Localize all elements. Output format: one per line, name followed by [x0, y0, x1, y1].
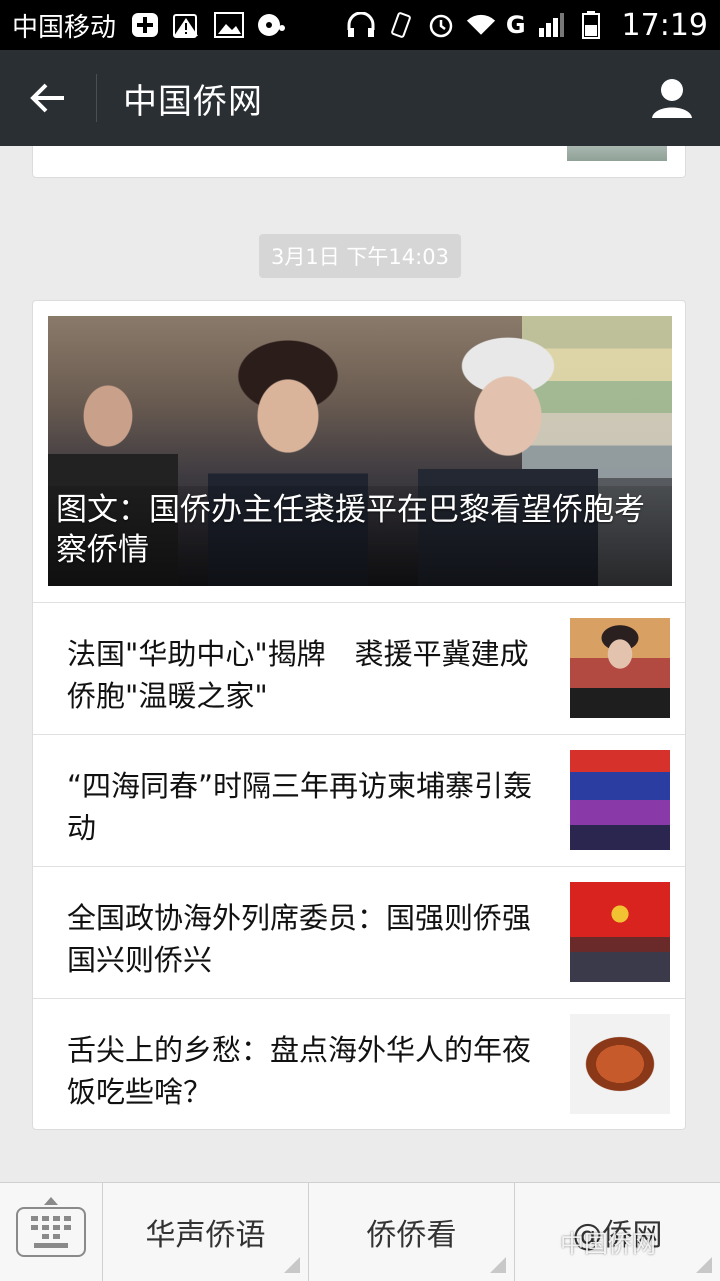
- system-icons: G 17:19: [346, 8, 708, 43]
- news-list-item[interactable]: “四海同春”时隔三年再访柬埔寨引轰动: [33, 734, 685, 866]
- alarm-icon: [426, 12, 456, 38]
- headphones-icon: [346, 12, 376, 38]
- news-item-title: 全国政协海外列席委员：国强则侨强 国兴则侨兴: [67, 901, 532, 977]
- person-icon: [652, 79, 692, 118]
- news-list-item[interactable]: 法国"华助中心"揭牌 裘援平冀建成侨胞"温暖之家": [33, 602, 685, 734]
- news-item-thumbnail: [570, 750, 670, 850]
- news-item-thumbnail: [570, 1014, 670, 1114]
- network-type: G: [505, 11, 526, 39]
- battery-icon: [576, 11, 606, 39]
- menu-item-label: 华声侨语: [145, 1218, 266, 1253]
- menu-item-qiaoqiaokan[interactable]: 侨侨看: [309, 1183, 515, 1281]
- disc-icon: [256, 12, 286, 38]
- signal-icon: [536, 12, 566, 38]
- keyboard-icon: [16, 1197, 86, 1257]
- vibrate-icon: [386, 12, 416, 38]
- news-item-title: 舌尖上的乡愁：盘点海外华人的年夜饭吃些啥？: [67, 1033, 532, 1109]
- keyboard-toggle-button[interactable]: [0, 1183, 103, 1281]
- headline-title: 图文：国侨办主任裘援平在巴黎看望侨胞考察侨情: [56, 492, 645, 568]
- previous-news-card[interactable]: [32, 146, 686, 178]
- clock: 17:19: [621, 7, 708, 43]
- notification-icons: [130, 12, 286, 38]
- menu-item-label: 侨侨看: [366, 1218, 457, 1253]
- news-item-thumbnail: [570, 618, 670, 718]
- submenu-indicator-icon: [696, 1257, 712, 1273]
- message-timestamp: 3月1日 下午14:03: [259, 234, 461, 278]
- watermark: 中国侨网: [560, 1230, 656, 1258]
- news-item-title: “四海同春”时隔三年再访柬埔寨引轰动: [67, 769, 533, 845]
- submenu-indicator-icon: [284, 1257, 300, 1273]
- news-list-item[interactable]: 舌尖上的乡愁：盘点海外华人的年夜饭吃些啥？: [33, 998, 685, 1130]
- news-list-item[interactable]: 全国政协海外列席委员：国强则侨强 国兴则侨兴: [33, 866, 685, 998]
- previous-news-thumbnail: [567, 146, 667, 161]
- news-item-thumbnail: [570, 882, 670, 982]
- title-bar: 中国侨网: [0, 50, 720, 146]
- message-list[interactable]: 3月1日 下午14:03 图文：国侨办主任裘援平在巴黎看望侨胞考察侨情 法国"华…: [0, 146, 720, 1182]
- wifi-icon: [466, 12, 496, 38]
- menu-item-huasheng[interactable]: 华声侨语: [103, 1183, 309, 1281]
- submenu-indicator-icon: [490, 1257, 506, 1273]
- back-arrow-icon: [30, 83, 64, 113]
- back-button[interactable]: [0, 50, 96, 146]
- carrier-label: 中国移动: [12, 12, 117, 43]
- add-icon: [130, 12, 160, 38]
- warning-icon: [172, 12, 202, 38]
- title-divider: [96, 74, 97, 122]
- image-icon: [214, 12, 245, 38]
- profile-button[interactable]: [624, 50, 720, 146]
- headline-article[interactable]: 图文：国侨办主任裘援平在巴黎看望侨胞考察侨情: [48, 316, 672, 586]
- status-bar: 中国移动 G 17:19: [0, 0, 720, 50]
- page-title: 中国侨网: [123, 81, 263, 122]
- news-card: 图文：国侨办主任裘援平在巴黎看望侨胞考察侨情 法国"华助中心"揭牌 裘援平冀建成…: [32, 300, 686, 1130]
- news-item-title: 法国"华助中心"揭牌 裘援平冀建成侨胞"温暖之家": [67, 637, 529, 713]
